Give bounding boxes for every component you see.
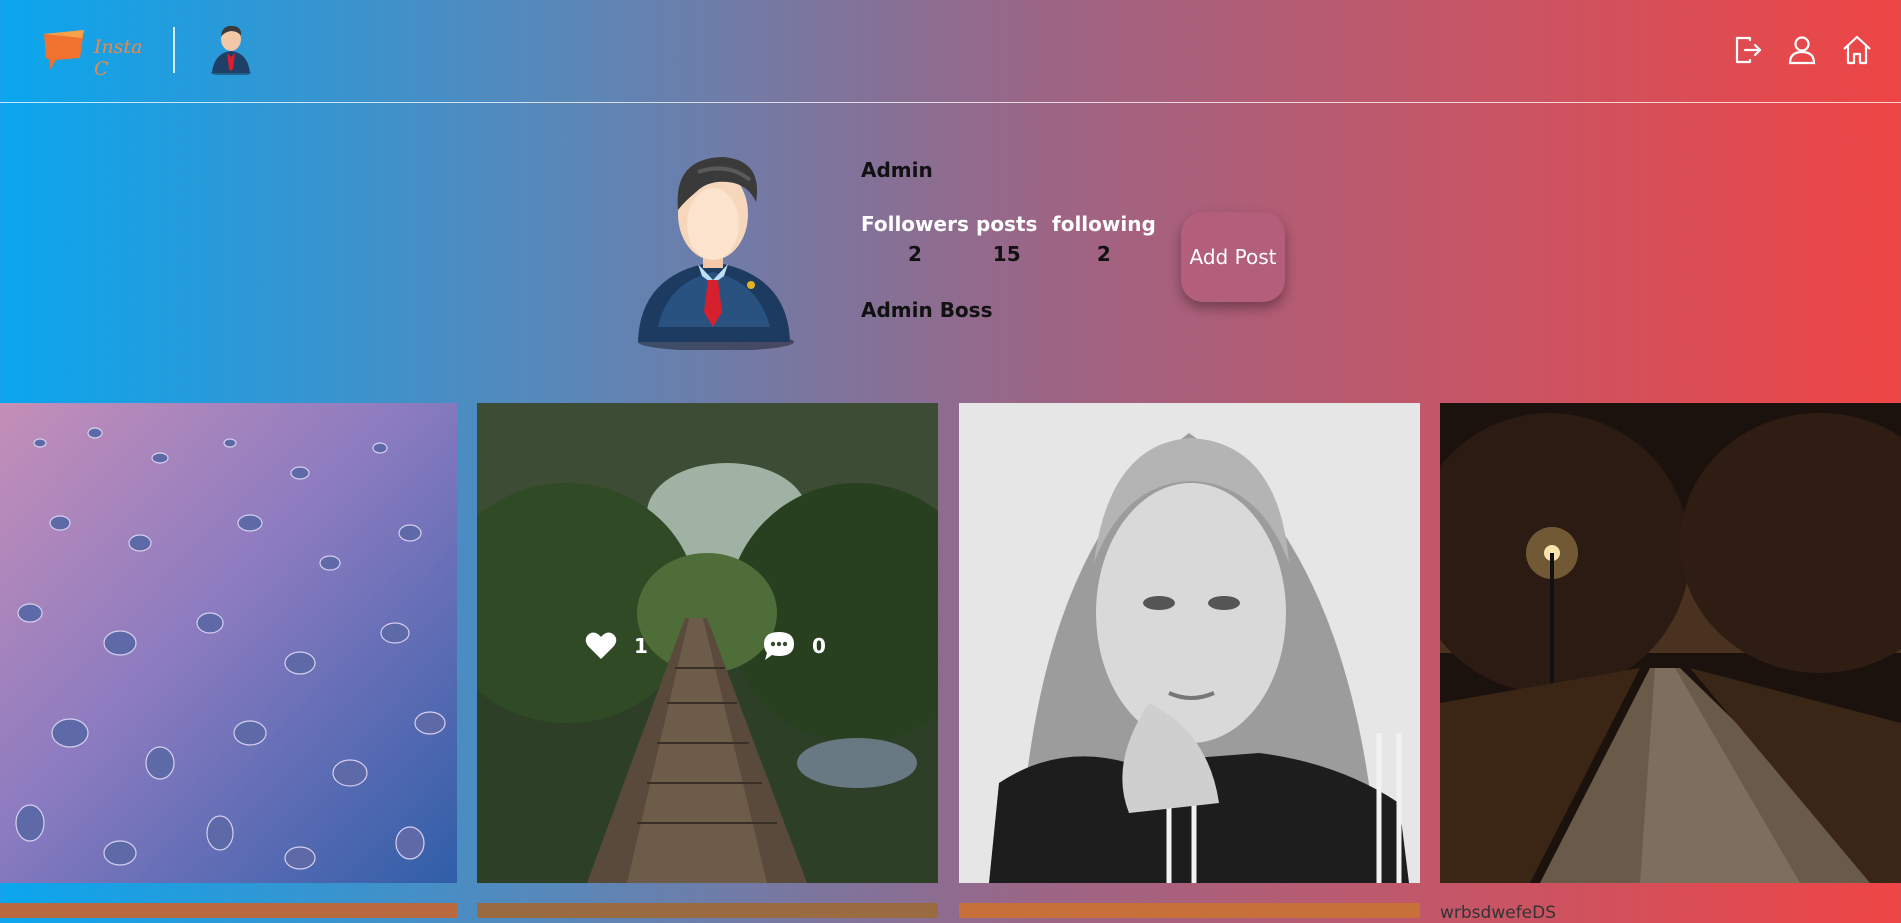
post-tile[interactable] (0, 903, 457, 918)
post-tile[interactable] (477, 903, 938, 918)
post-tile-forest-bridge[interactable]: 1 0 (477, 403, 938, 883)
likes-stat[interactable]: 1 (584, 629, 648, 663)
water-drops-image (0, 403, 457, 883)
profile-avatar (628, 152, 798, 351)
portrait-image (959, 403, 1420, 883)
post-tile-portrait[interactable] (959, 403, 1420, 883)
posts-count: 15 (992, 242, 1021, 266)
profile-bio: Admin Boss (861, 298, 993, 322)
comments-stat[interactable]: 0 (762, 629, 826, 663)
posts-label: posts (976, 212, 1038, 236)
post-tile-water-drops[interactable] (0, 403, 457, 883)
logout-icon[interactable] (1731, 34, 1763, 66)
add-post-button[interactable]: Add Post (1181, 212, 1285, 302)
followers-label: Followers (861, 212, 969, 236)
profile-username: Admin (861, 158, 933, 182)
post-stats-overlay: 1 0 (477, 403, 938, 883)
followers-stat[interactable]: Followers 2 (861, 212, 969, 266)
header-avatar[interactable] (208, 23, 254, 76)
broken-image-alt[interactable]: wrbsdwefeDS (1440, 903, 1556, 923)
header-divider (173, 27, 175, 73)
top-navbar: Insta C (0, 0, 1901, 103)
post-tile-night-street[interactable] (1440, 403, 1901, 883)
likes-count: 1 (634, 634, 648, 658)
home-icon[interactable] (1841, 34, 1873, 66)
comment-icon (764, 632, 794, 660)
night-street-image (1440, 403, 1901, 883)
heart-icon (585, 632, 617, 659)
following-count: 2 (1096, 242, 1111, 266)
user-icon[interactable] (1786, 34, 1818, 66)
following-label: following (1052, 212, 1156, 236)
followers-count: 2 (907, 242, 922, 266)
posts-stat: posts 15 (976, 212, 1037, 266)
post-tile[interactable] (959, 903, 1420, 918)
logo-text: Insta C (94, 36, 143, 80)
comments-count: 0 (812, 634, 826, 658)
chat-bubble-icon (44, 30, 84, 70)
following-stat[interactable]: following 2 (1052, 212, 1156, 266)
app-logo[interactable]: Insta C (42, 28, 152, 80)
